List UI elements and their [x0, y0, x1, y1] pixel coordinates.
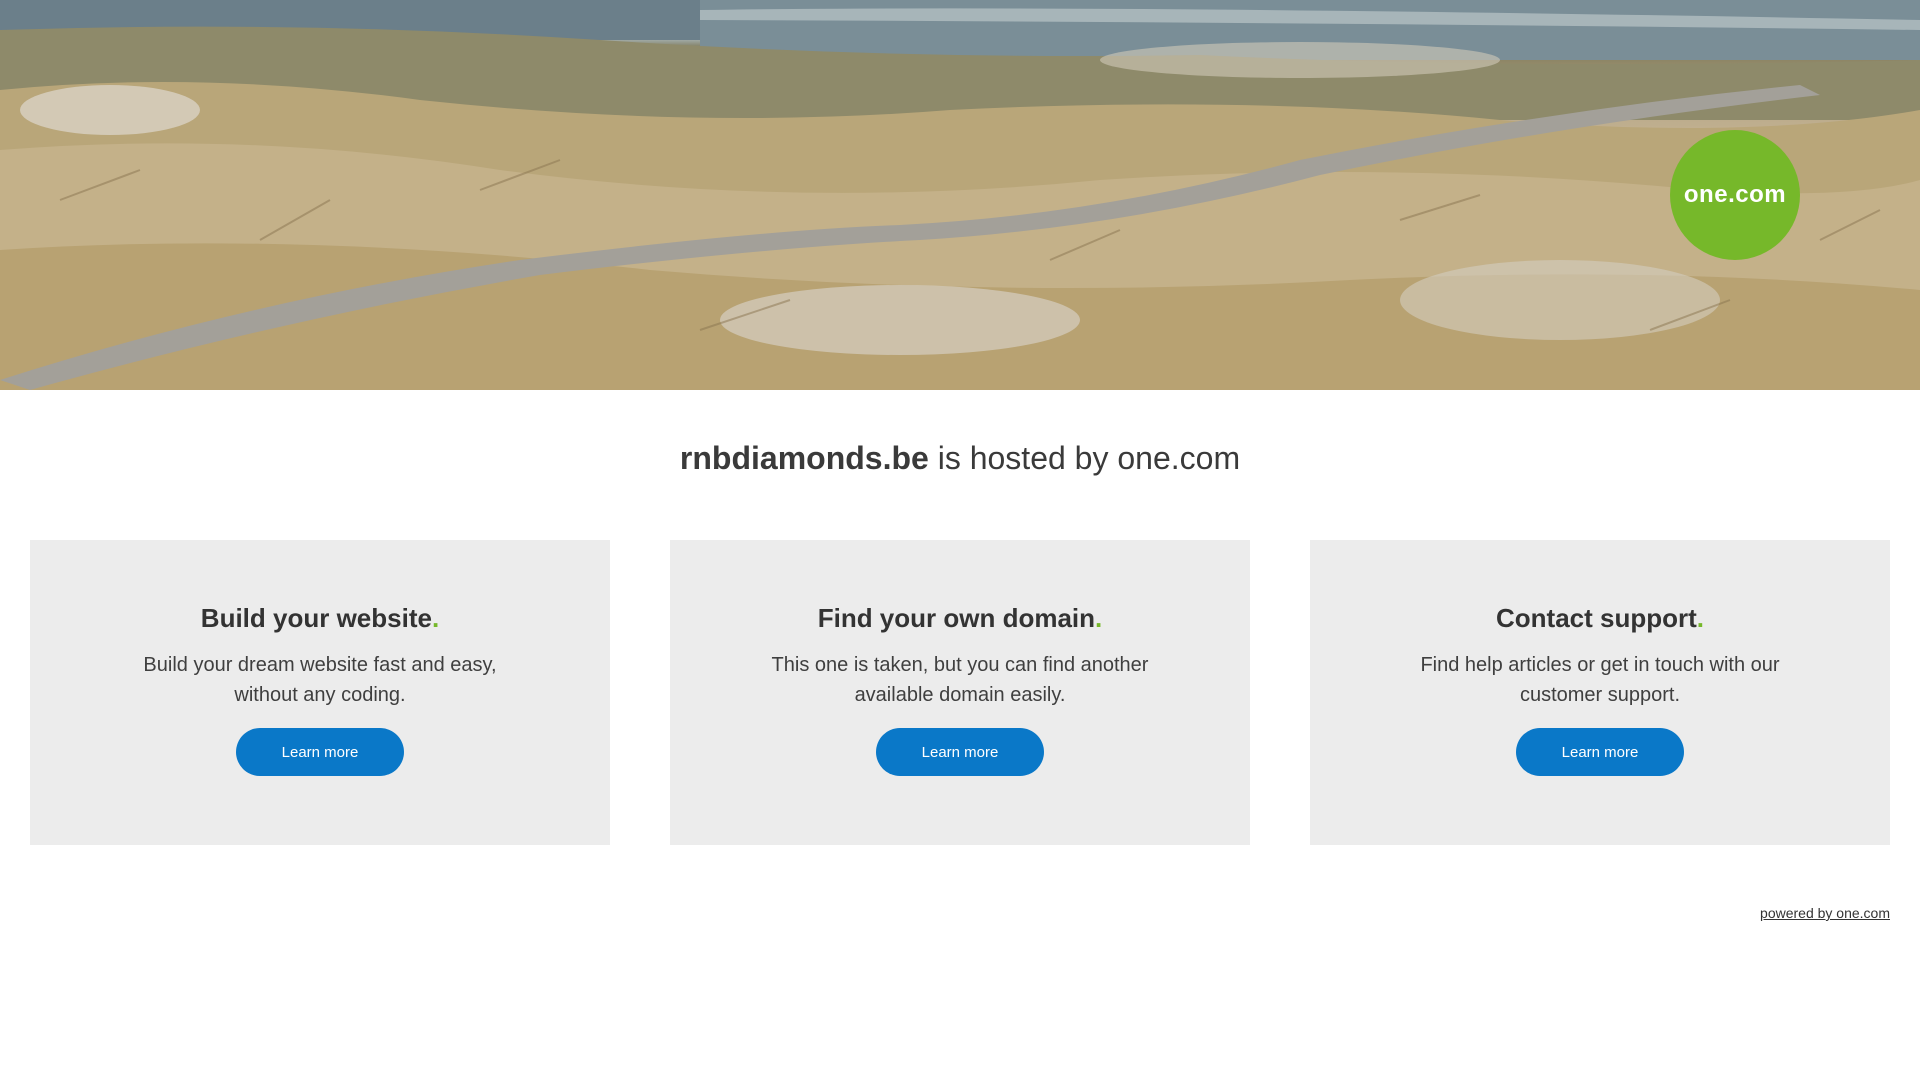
learn-more-button-contact-support[interactable]: Learn more — [1516, 728, 1684, 776]
logo-text-left: one — [1683, 181, 1729, 208]
card-description: Build your dream website fast and easy, … — [143, 654, 497, 706]
powered-by-link[interactable]: powered by one.com — [1760, 905, 1890, 921]
card-title: Build your website. — [30, 602, 610, 634]
feature-cards: Build your website. Build your dream web… — [30, 540, 1890, 845]
card-build-website: Build your website. Build your dream web… — [30, 540, 610, 845]
card-title-accent: . — [1095, 603, 1103, 633]
hero-banner: one. com — [0, 0, 1920, 390]
card-contact-support: Contact support. Find help articles or g… — [1310, 540, 1890, 845]
hosted-domain-name: rnbdiamonds.be — [679, 440, 929, 476]
card-title: Contact support. — [1310, 602, 1890, 634]
logo-text-dot: . — [1728, 181, 1736, 208]
card-description: Find help articles or get in touch with … — [1420, 654, 1780, 706]
card-title-text: Contact support — [1496, 603, 1697, 633]
dune-landscape-image — [0, 0, 1920, 390]
card-title-text: Find your own domain — [817, 603, 1096, 633]
one-com-logo[interactable]: one. com — [1670, 130, 1800, 260]
card-title-accent: . — [1696, 603, 1704, 633]
page-title: rnbdiamonds.be is hosted by one.com — [0, 440, 1920, 477]
card-title-accent: . — [431, 603, 440, 633]
card-title-text: Build your website — [200, 603, 432, 633]
learn-more-button-build-website[interactable]: Learn more — [236, 728, 404, 776]
hosted-by-text: is hosted by one.com — [928, 440, 1241, 476]
logo-text-right: com — [1735, 181, 1787, 208]
card-description: This one is taken, but you can find anot… — [771, 654, 1149, 706]
card-find-domain: Find your own domain. This one is taken,… — [670, 540, 1250, 845]
learn-more-button-find-domain[interactable]: Learn more — [876, 728, 1044, 776]
card-title: Find your own domain. — [670, 602, 1250, 634]
